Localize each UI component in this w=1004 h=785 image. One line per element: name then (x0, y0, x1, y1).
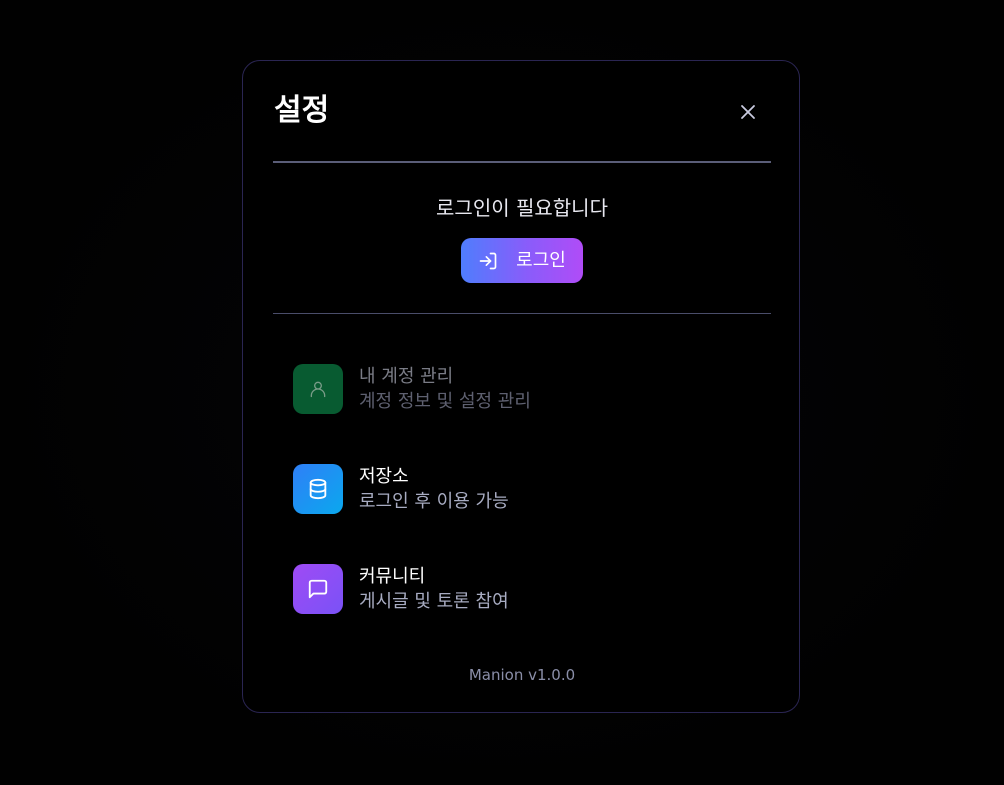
menu-item-storage[interactable]: 저장소 로그인 후 이용 가능 (293, 464, 753, 516)
menu-item-subtitle: 게시글 및 토론 참여 (359, 591, 509, 612)
login-icon (479, 252, 497, 269)
section-divider (273, 313, 771, 314)
menu-item-account[interactable]: 내 계정 관리 계정 정보 및 설정 관리 (293, 364, 753, 416)
menu-item-title: 저장소 (359, 466, 409, 487)
version-label: Manion v1.0.0 (468, 666, 576, 684)
user-icon (310, 381, 326, 398)
message-square-icon (308, 579, 328, 599)
login-required-message: 로그인이 필요합니다 (436, 196, 608, 220)
close-button[interactable] (733, 97, 763, 127)
menu-item-title: 커뮤니티 (359, 566, 426, 587)
menu-item-subtitle: 계정 정보 및 설정 관리 (359, 391, 531, 412)
database-icon (309, 478, 327, 500)
menu-item-title: 내 계정 관리 (359, 366, 454, 387)
menu-item-subtitle: 로그인 후 이용 가능 (359, 491, 509, 512)
login-button[interactable]: 로그인 (461, 238, 583, 283)
login-button-label: 로그인 (516, 249, 566, 271)
menu-item-community[interactable]: 커뮤니티 게시글 및 토론 참여 (293, 564, 753, 616)
close-icon (741, 105, 755, 119)
header-divider (273, 161, 771, 163)
settings-modal: 설정 로그인이 필요합니다 로그인 내 계정 관리 계정 정보 및 설정 관리 (242, 60, 800, 713)
storage-icon-box (293, 464, 343, 514)
modal-title: 설정 (274, 93, 330, 128)
community-icon-box (293, 564, 343, 614)
account-icon-box (293, 364, 343, 414)
